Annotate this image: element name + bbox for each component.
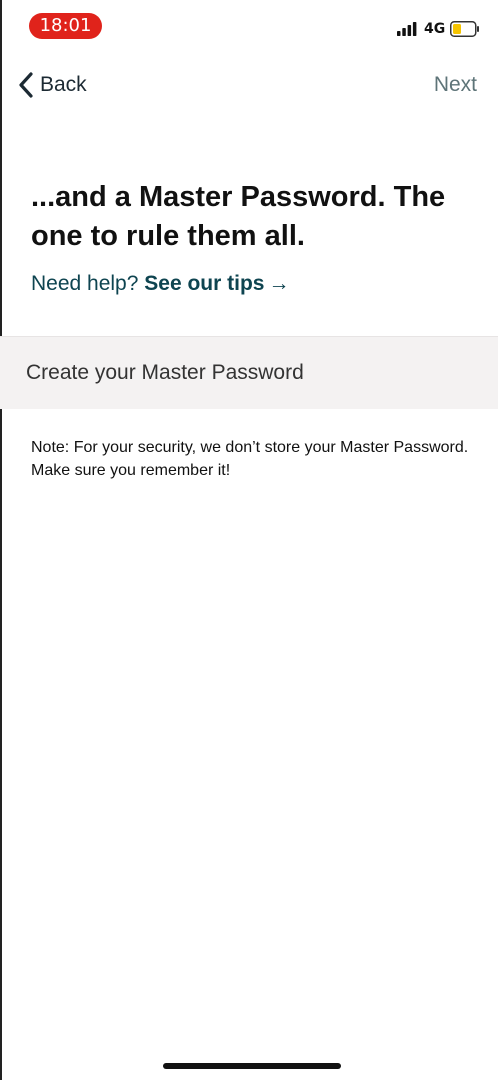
screen-edge: [0, 0, 2, 1080]
page-title: ...and a Master Password. The one to rul…: [31, 181, 446, 252]
back-button-label: Back: [40, 73, 87, 96]
help-prefix: Need help?: [31, 272, 139, 295]
battery-icon: [450, 21, 479, 37]
see-tips-link[interactable]: See our tips →: [144, 272, 289, 295]
master-password-field-container: [0, 336, 498, 409]
see-tips-label: See our tips: [144, 272, 265, 295]
signal-bars-icon: [397, 22, 417, 36]
master-password-input[interactable]: [26, 337, 476, 409]
status-time[interactable]: 18:01: [29, 13, 102, 39]
help-line: Need help? See our tips →: [31, 270, 289, 298]
network-type: 4G: [424, 21, 446, 37]
home-indicator[interactable]: [163, 1063, 341, 1069]
chevron-left-icon: [19, 72, 33, 98]
status-bar: 18:01 4G: [0, 0, 498, 50]
security-note: Note: For your security, we don’t store …: [31, 439, 469, 479]
next-button[interactable]: Next: [434, 68, 477, 102]
arrow-right-icon: →: [268, 272, 290, 295]
back-button[interactable]: Back: [16, 68, 87, 102]
